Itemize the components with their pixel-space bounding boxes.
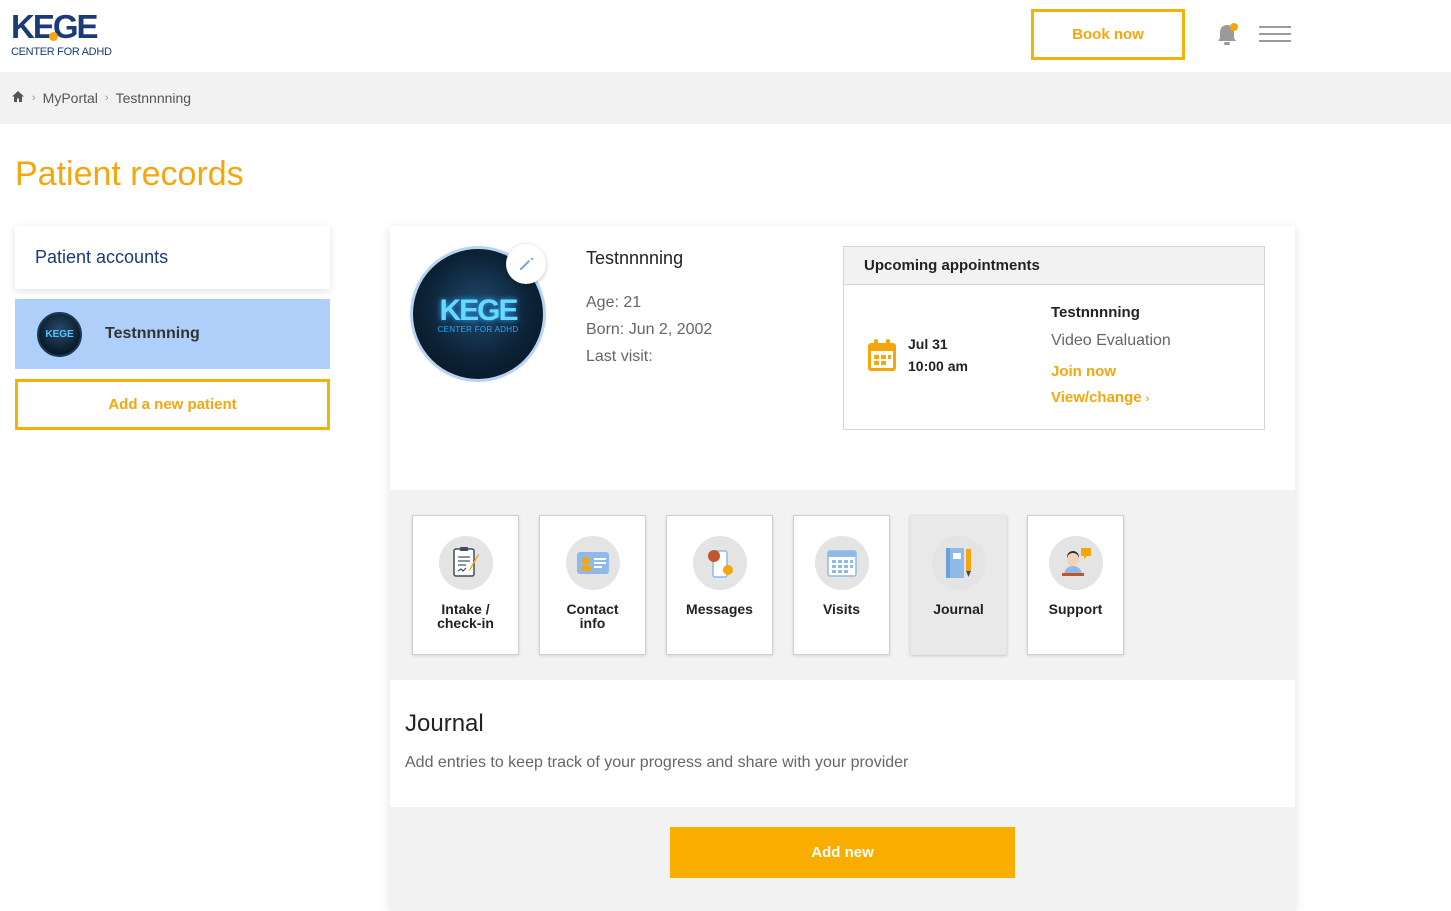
tile-visits[interactable]: Visits — [793, 515, 890, 655]
calendar-icon — [866, 338, 898, 374]
patient-photo-text: KEGE — [439, 294, 518, 327]
breadcrumb-separator: › — [32, 92, 36, 104]
tile-label: Intake / check-in — [437, 601, 494, 631]
tile-label: Journal — [933, 601, 984, 617]
tile-support[interactable]: Support — [1027, 515, 1124, 655]
patient-accounts-heading: Patient accounts — [15, 226, 330, 289]
bell-icon[interactable] — [1213, 21, 1241, 49]
home-icon[interactable] — [11, 90, 25, 106]
appointment-type: Video Evaluation — [1051, 332, 1171, 349]
appointment-time: 10:00 am — [908, 358, 968, 374]
logo-dot — [49, 32, 58, 41]
tile-label: Contact info — [566, 601, 619, 631]
breadcrumb-myportal[interactable]: MyPortal — [43, 90, 98, 106]
patient-name: Testnnnning — [105, 325, 200, 342]
journal-description: Add entries to keep track of your progre… — [405, 754, 909, 771]
patient-name-heading: Testnnnning — [586, 248, 684, 268]
breadcrumb-separator: › — [104, 92, 109, 104]
upcoming-appointments-heading: Upcoming appointments — [844, 247, 1264, 285]
page-title: Patient records — [15, 155, 244, 193]
id-card-icon — [565, 536, 620, 590]
join-now-link[interactable]: Join now — [1051, 363, 1116, 380]
appointment-patient: Testnnnning — [1051, 304, 1140, 321]
patient-age: Age: 21 — [586, 294, 642, 311]
add-patient-button[interactable]: Add a new patient — [15, 379, 330, 430]
book-now-button[interactable]: Book now — [1031, 9, 1185, 60]
patient-born: Born: Jun 2, 2002 — [586, 321, 713, 338]
section-tiles: Intake / check-in Contact info Messages … — [390, 490, 1295, 680]
chevron-right-icon: › — [1145, 393, 1150, 405]
logo[interactable]: KEGE CENTER FOR ADHD — [11, 8, 121, 59]
appointment-date: Jul 31 — [908, 336, 948, 352]
tile-journal[interactable]: Journal — [910, 515, 1007, 655]
view-change-link[interactable]: View/change › — [1051, 389, 1149, 406]
breadcrumb: › MyPortal › Testnnnning — [0, 72, 1451, 124]
tile-label: Support — [1048, 601, 1103, 617]
hamburger-icon[interactable] — [1259, 26, 1291, 46]
pencil-icon — [520, 257, 534, 270]
calendar-grid-icon — [814, 536, 869, 590]
site-header: KEGE CENTER FOR ADHD Book now — [0, 0, 1451, 72]
tile-label: Visits — [822, 601, 861, 617]
patient-avatar: KEGE — [37, 311, 82, 357]
view-change-label: View/change — [1051, 389, 1142, 406]
patient-last-visit: Last visit: — [586, 348, 653, 365]
add-new-entry-button[interactable]: Add new — [670, 827, 1015, 878]
tile-label: Messages — [686, 601, 753, 617]
patient-list-item[interactable]: KEGE Testnnnning — [15, 299, 330, 369]
journal-title: Journal — [405, 710, 484, 737]
phone-chat-icon — [692, 536, 747, 590]
tile-intake[interactable]: Intake / check-in — [412, 515, 519, 655]
breadcrumb-current: Testnnnning — [115, 90, 192, 106]
journal-actions: Add new — [390, 807, 1295, 911]
agent-chat-icon — [1048, 536, 1103, 590]
notebook-pencil-icon — [931, 536, 986, 590]
edit-photo-button[interactable] — [506, 244, 546, 284]
patient-photo-subtext: CENTER FOR ADHD — [437, 325, 519, 334]
logo-wordmark: KEGE — [11, 8, 99, 45]
clipboard-pen-icon — [438, 536, 493, 590]
logo-subtitle: CENTER FOR ADHD — [11, 46, 112, 58]
tile-messages[interactable]: Messages — [666, 515, 773, 655]
upcoming-appointments-panel: Upcoming appointments Jul 31 10:00 am Te… — [843, 246, 1265, 430]
tile-contact-info[interactable]: Contact info — [539, 515, 646, 655]
patient-record-card: KEGE CENTER FOR ADHD Testnnnning Age: 21… — [390, 226, 1295, 911]
